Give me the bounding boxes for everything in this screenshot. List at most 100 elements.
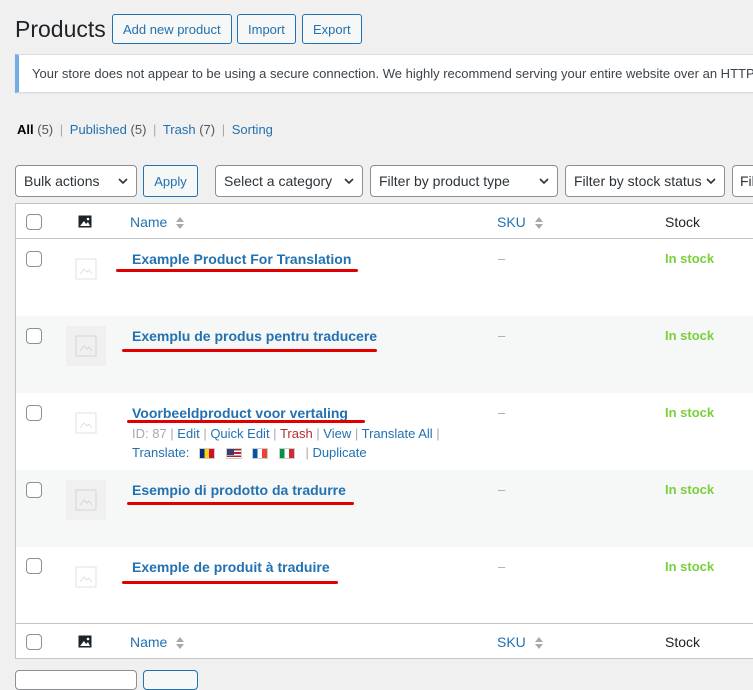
sort-icon bbox=[534, 217, 543, 230]
stock-column-header: Stock bbox=[665, 214, 701, 230]
placeholder-image-icon[interactable] bbox=[66, 557, 106, 597]
view-all[interactable]: All bbox=[17, 122, 34, 137]
table-row: Example Product For Translation – In sto… bbox=[16, 239, 753, 316]
table-row: Exemple de produit à traduire – In stock bbox=[16, 547, 753, 624]
bottom-bulk-actions-select[interactable] bbox=[15, 670, 137, 690]
view-published-count: (5) bbox=[130, 122, 147, 137]
stock-status: In stock bbox=[665, 251, 715, 266]
bottom-apply-button[interactable] bbox=[143, 670, 198, 690]
row-checkbox[interactable] bbox=[26, 251, 42, 267]
quick-edit-link[interactable]: Quick Edit bbox=[210, 426, 269, 441]
name-column-label: Name bbox=[130, 214, 168, 230]
row-checkbox[interactable] bbox=[26, 558, 42, 574]
products-table: Name SKU Stock Example Product For Trans… bbox=[15, 203, 753, 659]
stock-status: In stock bbox=[665, 405, 715, 420]
page-title: Products bbox=[15, 16, 106, 42]
row-checkbox[interactable] bbox=[26, 328, 42, 344]
notice-text: Your store does not appear to be using a… bbox=[32, 66, 753, 81]
chevron-down-icon bbox=[118, 178, 128, 185]
select-all-checkbox[interactable] bbox=[26, 634, 42, 650]
placeholder-image-icon[interactable] bbox=[66, 403, 106, 443]
usa-flag-icon[interactable] bbox=[225, 448, 242, 460]
placeholder-image-icon[interactable] bbox=[66, 326, 106, 366]
add-new-product-button[interactable]: Add new product bbox=[112, 14, 232, 44]
annotation-underline bbox=[127, 502, 354, 505]
placeholder-image-icon[interactable] bbox=[66, 249, 106, 289]
placeholder-image-icon[interactable] bbox=[66, 480, 106, 520]
category-select[interactable]: Select a category bbox=[215, 165, 363, 197]
more-filter-select[interactable]: Fil bbox=[732, 165, 753, 197]
more-filter-label: Fil bbox=[740, 173, 753, 189]
table-row: Esempio di prodotto da tradurre – In sto… bbox=[16, 470, 753, 547]
bulk-actions-select[interactable]: Bulk actions bbox=[15, 165, 137, 197]
apply-button[interactable]: Apply bbox=[143, 165, 198, 197]
bulk-actions-label: Bulk actions bbox=[24, 173, 100, 189]
sku-column-header[interactable]: SKU bbox=[497, 634, 544, 650]
status-views: All (5) | Published (5) | Trash (7) | So… bbox=[17, 122, 273, 137]
duplicate-link[interactable]: Duplicate bbox=[312, 445, 366, 460]
stock-status: In stock bbox=[665, 559, 715, 574]
name-column-header[interactable]: Name bbox=[130, 214, 185, 230]
image-column-icon bbox=[78, 215, 92, 231]
stock-status-select[interactable]: Filter by stock status bbox=[565, 165, 725, 197]
italy-flag-icon[interactable] bbox=[278, 448, 295, 460]
import-button[interactable]: Import bbox=[237, 14, 296, 44]
table-row: Exemplu de produs pentru traducere – In … bbox=[16, 316, 753, 393]
select-all-checkbox[interactable] bbox=[26, 214, 42, 230]
sku-value: – bbox=[498, 251, 506, 266]
sort-icon bbox=[534, 637, 543, 650]
row-checkbox[interactable] bbox=[26, 482, 42, 498]
annotation-underline bbox=[116, 269, 358, 272]
translate-label: Translate: bbox=[132, 445, 190, 460]
translate-all-link[interactable]: Translate All bbox=[362, 426, 433, 441]
annotation-underline bbox=[127, 420, 365, 423]
view-link[interactable]: View bbox=[323, 426, 351, 441]
chevron-down-icon bbox=[706, 178, 716, 185]
product-name-link[interactable]: Esempio di prodotto da tradurre bbox=[132, 482, 346, 498]
export-button[interactable]: Export bbox=[302, 14, 362, 44]
stock-column-header: Stock bbox=[665, 634, 701, 650]
sku-value: – bbox=[498, 405, 506, 420]
translate-actions: Translate: | Duplicate bbox=[132, 445, 367, 460]
view-published[interactable]: Published bbox=[70, 122, 127, 137]
row-actions: ID: 87 | Edit | Quick Edit | Trash | Vie… bbox=[132, 426, 440, 441]
product-name-link[interactable]: Example Product For Translation bbox=[132, 251, 351, 267]
annotation-underline bbox=[122, 581, 338, 584]
product-id: ID: 87 bbox=[132, 426, 167, 441]
sku-column-label: SKU bbox=[497, 214, 526, 230]
row-checkbox[interactable] bbox=[26, 405, 42, 421]
insecure-connection-notice: Your store does not appear to be using a… bbox=[15, 54, 753, 93]
annotation-underline bbox=[122, 349, 377, 352]
france-flag-icon[interactable] bbox=[252, 448, 269, 460]
trash-link[interactable]: Trash bbox=[280, 426, 313, 441]
sku-column-header[interactable]: SKU bbox=[497, 214, 544, 230]
table-row: Voorbeeldproduct voor vertaling ID: 87 |… bbox=[16, 393, 753, 470]
name-column-label: Name bbox=[130, 634, 168, 650]
edit-link[interactable]: Edit bbox=[177, 426, 199, 441]
table-header: Name SKU Stock bbox=[16, 204, 753, 239]
view-all-count: (5) bbox=[37, 122, 54, 137]
view-sorting[interactable]: Sorting bbox=[232, 122, 273, 137]
product-name-link[interactable]: Exemplu de produs pentru traducere bbox=[132, 328, 377, 344]
view-trash[interactable]: Trash bbox=[163, 122, 196, 137]
chevron-down-icon bbox=[539, 178, 549, 185]
view-trash-count: (7) bbox=[199, 122, 216, 137]
table-footer: Name SKU Stock bbox=[16, 623, 753, 658]
product-name-link[interactable]: Exemple de produit à traduire bbox=[132, 559, 330, 575]
stock-status-select-label: Filter by stock status bbox=[574, 173, 702, 189]
name-column-header[interactable]: Name bbox=[130, 634, 185, 650]
stock-status: In stock bbox=[665, 328, 715, 343]
romania-flag-icon[interactable] bbox=[198, 448, 215, 460]
sort-icon bbox=[176, 217, 185, 230]
sku-value: – bbox=[498, 559, 506, 574]
category-select-label: Select a category bbox=[224, 173, 333, 189]
product-type-select[interactable]: Filter by product type bbox=[370, 165, 558, 197]
sort-icon bbox=[176, 637, 185, 650]
stock-status: In stock bbox=[665, 482, 715, 497]
sku-column-label: SKU bbox=[497, 634, 526, 650]
image-column-icon bbox=[78, 635, 92, 651]
sku-value: – bbox=[498, 328, 506, 343]
product-type-select-label: Filter by product type bbox=[379, 173, 510, 189]
chevron-down-icon bbox=[344, 178, 354, 185]
product-name-link[interactable]: Voorbeeldproduct voor vertaling bbox=[132, 405, 348, 421]
